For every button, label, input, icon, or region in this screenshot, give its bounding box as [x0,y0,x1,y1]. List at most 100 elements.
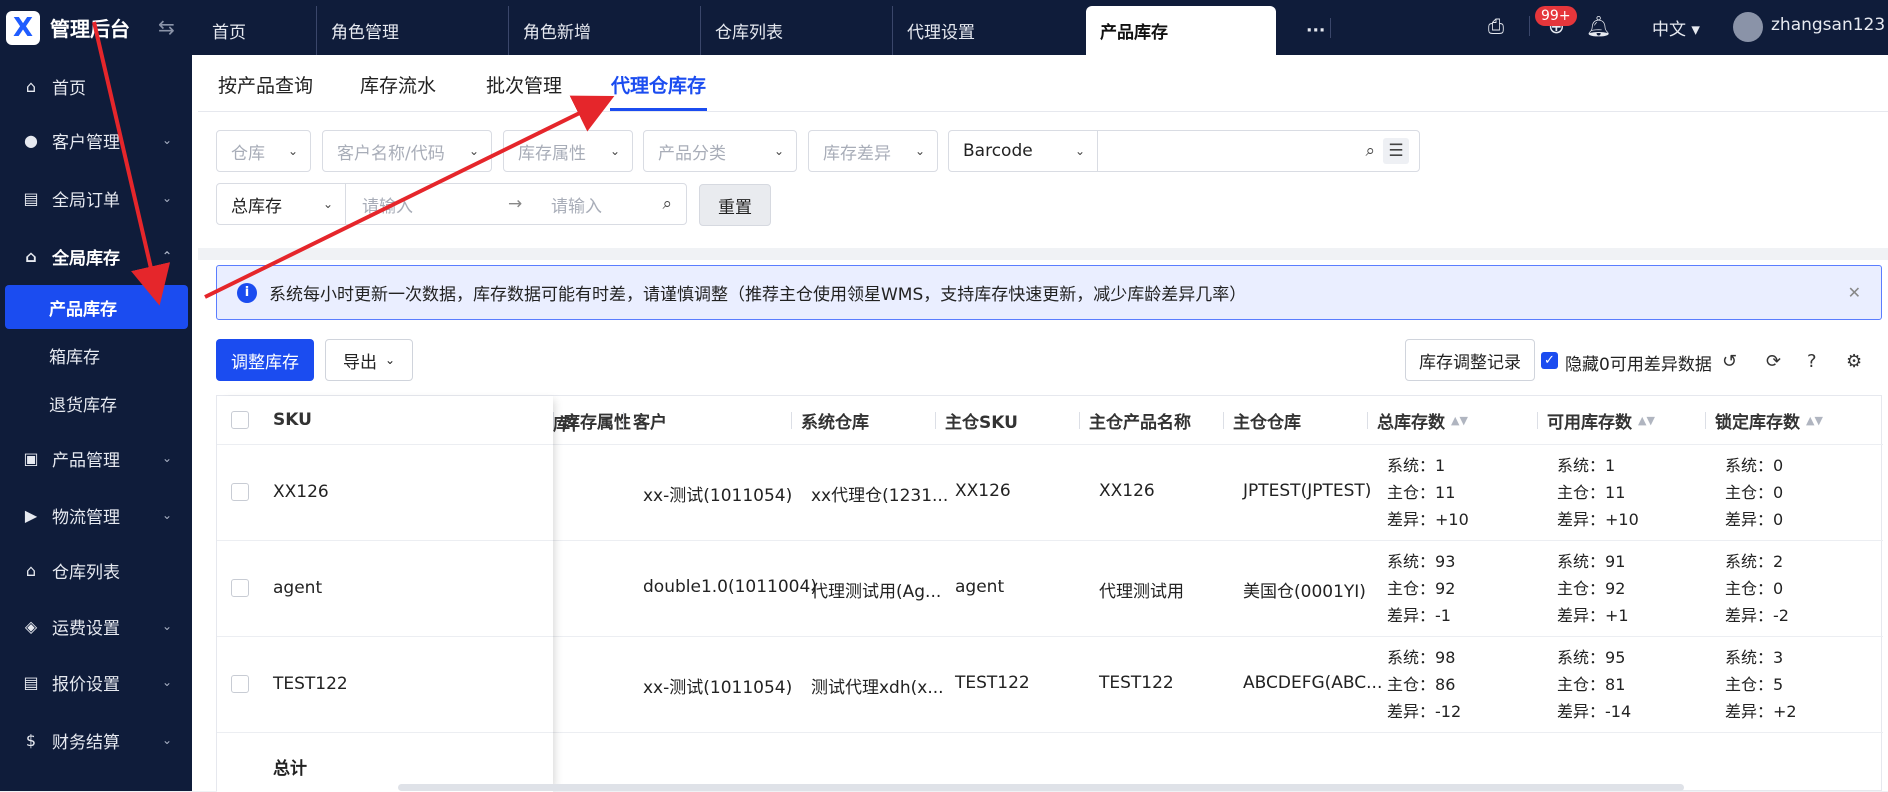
sidebar-item-inventory[interactable]: ⌂ 全局库存 ⌃ [0,232,192,280]
sidebar-sub-product-stock[interactable]: 产品库存 [5,285,188,329]
sort-icon[interactable]: ▲▼ [1451,414,1468,427]
stock-attr-select[interactable]: 库存属性 ⌄ [503,130,633,172]
stock-range-input[interactable]: 请输入 → 请输入 ⌕ [345,183,687,225]
sidebar-item-products[interactable]: ▣ 产品管理 ⌄ [0,434,192,482]
home-icon: ⌂ [25,76,37,96]
sidebar-item-orders[interactable]: ▤ 全局订单 ⌄ [0,174,192,222]
username[interactable]: zhangsan123 [1771,15,1885,35]
sidebar-sub-return-stock[interactable]: 退货库存 [0,381,192,425]
chevron-down-icon: ⌄ [161,508,172,522]
row-checkbox[interactable] [231,483,249,501]
adjust-record-button[interactable]: 库存调整记录 [1405,339,1535,381]
search-icon[interactable]: ⌕ [662,194,672,214]
sort-icon[interactable]: ▲▼ [1806,414,1823,427]
total-stock-select[interactable]: 总库存 ⌄ [216,183,346,225]
alert-text: 系统每小时更新一次数据，库存数据可能有时差，请谨慎调整（推荐主仓使用领星WMS，… [269,285,1247,305]
cell-main-wh: ABCDEFG(ABC... [1243,673,1383,693]
close-icon[interactable]: ✕ [1848,283,1861,302]
bell-icon[interactable]: 🔔︎ [1586,14,1611,38]
warehouse-select[interactable]: 仓库 ⌄ [216,130,311,172]
sidebar-item-home[interactable]: ⌂ 首页 [0,62,192,110]
reset-button[interactable]: 重置 [699,184,771,226]
warehouse-icon: ⌂ [25,246,37,266]
subtab-stock-flow[interactable]: 库存流水 [360,71,436,98]
history-icon[interactable]: ↺ [1722,351,1737,372]
tab-role-management[interactable]: 角色管理 [316,6,508,55]
adjust-stock-button[interactable]: 调整库存 [216,339,314,381]
avatar[interactable] [1733,12,1763,42]
cell-sys-wh: 测试代理xdh(x... [811,678,944,698]
stock-table: 库存属性 客户 系统仓库 主仓SKU 主仓产品名称 主仓仓库 总库存数 ▲▼ 可用… [216,395,1883,792]
range-to-input[interactable]: 请输入 [551,192,602,217]
sidebar-item-quotes[interactable]: ▤ 报价设置 ⌄ [0,658,192,706]
cell-main-name: XX126 [1099,481,1155,501]
search-icon[interactable]: ⌕ [1365,141,1375,161]
sidebar-item-finance[interactable]: $ 财务结算 ⌄ [0,716,192,764]
sidebar-item-customers[interactable]: ● 客户管理 ⌄ [0,116,192,164]
diff-select[interactable]: 库存差异 ⌄ [808,130,938,172]
cell-available: 系统：1 主仓：11 差异：+10 [1557,456,1639,529]
fee-icon: ◈ [24,616,38,636]
cell-available: 系统：91 主仓：92 差异：+1 [1557,552,1629,625]
col-header-main-sku: 主仓SKU [935,396,1075,444]
chevron-down-icon: ⌄ [468,144,479,158]
main-content: 按产品查询 库存流水 批次管理 代理仓库存 仓库 ⌄ 客户名称/代码 ⌄ 库存属性 ⌄… [198,55,1888,792]
language-select[interactable]: 中文 ▾ [1652,15,1700,40]
subtab-batch[interactable]: 批次管理 [486,71,562,98]
notification-badge: 99+ [1535,6,1577,26]
sidebar-sub-box-stock[interactable]: 箱库存 [0,333,192,377]
chevron-down-icon: ⌄ [322,197,333,211]
info-alert: i 系统每小时更新一次数据，库存数据可能有时差，请谨慎调整（推荐主仓使用领星WM… [216,265,1882,320]
col-header-customer: 客户 [623,396,763,444]
cell-main-sku: TEST122 [955,673,1030,693]
subtab-agent-stock[interactable]: 代理仓库存 [611,71,706,98]
chevron-up-icon: ⌃ [161,249,172,263]
tab-role-add[interactable]: 角色新增 [508,6,700,55]
chevron-down-icon: ⌄ [773,144,784,158]
help-icon[interactable]: ? [1807,351,1817,372]
box-icon: ▣ [23,448,39,468]
printer-icon[interactable]: ⎙ [1488,14,1504,38]
barcode-search-input[interactable]: ⌕ ☰ [1097,130,1420,172]
tab-home[interactable]: 首页 [198,6,316,55]
collapse-arrows-icon[interactable]: ⇆ [158,15,175,39]
app-logo[interactable]: X 管理后台 ⇆ [0,0,198,55]
tab-warehouse-list[interactable]: 仓库列表 [700,6,892,55]
sidebar-item-freight[interactable]: ◈ 运费设置 ⌄ [0,602,192,650]
horizontal-scrollbar[interactable] [398,784,1684,791]
truck-icon: ▶ [24,505,38,525]
export-button[interactable]: 导出 ⌄ [325,339,413,381]
col-header-total[interactable]: 总库存数 ▲▼ [1367,396,1537,444]
sidebar-item-logistics[interactable]: ▶ 物流管理 ⌄ [0,491,192,539]
logo-icon: X [6,10,40,45]
top-tab-bar: 首页 角色管理 角色新增 仓库列表 代理设置 产品库存 ··· ⎙ ⊕ 🔔︎ 9… [198,0,1888,55]
total-label: 总计 [273,759,307,779]
chevron-down-icon: ⌄ [161,191,172,205]
barcode-type-select[interactable]: Barcode ⌄ [948,130,1098,172]
list-icon[interactable]: ☰ [1383,138,1409,164]
chevron-down-icon: ⌄ [161,133,172,147]
col-header-locked[interactable]: 锁定库存数 ▲▼ [1705,396,1875,444]
col-header-sku: SKU [273,410,312,430]
tab-product-stock[interactable]: 产品库存 [1086,6,1276,55]
col-header-available[interactable]: 可用库存数 ▲▼ [1537,396,1707,444]
category-select[interactable]: 产品分类 ⌄ [643,130,797,172]
tab-agent-settings[interactable]: 代理设置 [892,6,1084,55]
fixed-columns: SKU XX126 agent TEST122 总计 [217,396,553,792]
row-checkbox[interactable] [231,675,249,693]
order-icon: ▤ [23,188,39,208]
select-all-checkbox[interactable] [231,411,249,429]
settings-icon[interactable]: ⚙ [1846,351,1862,372]
range-from-input[interactable]: 请输入 [362,192,413,217]
chevron-down-icon: ⌄ [609,144,620,158]
row-checkbox[interactable] [231,579,249,597]
subtab-by-product[interactable]: 按产品查询 [218,71,313,98]
more-tabs-button[interactable]: ··· [1292,6,1332,55]
cell-main-wh: JPTEST(JPTEST) [1243,481,1372,501]
sort-icon[interactable]: ▲▼ [1638,414,1655,427]
hide-zero-checkbox[interactable]: ✓ [1541,352,1558,369]
refresh-icon[interactable]: ⟳ [1766,351,1781,372]
customer-select[interactable]: 客户名称/代码 ⌄ [322,130,492,172]
chevron-down-icon: ⌄ [914,144,925,158]
sidebar-item-warehouses[interactable]: ⌂ 仓库列表 [0,546,192,594]
